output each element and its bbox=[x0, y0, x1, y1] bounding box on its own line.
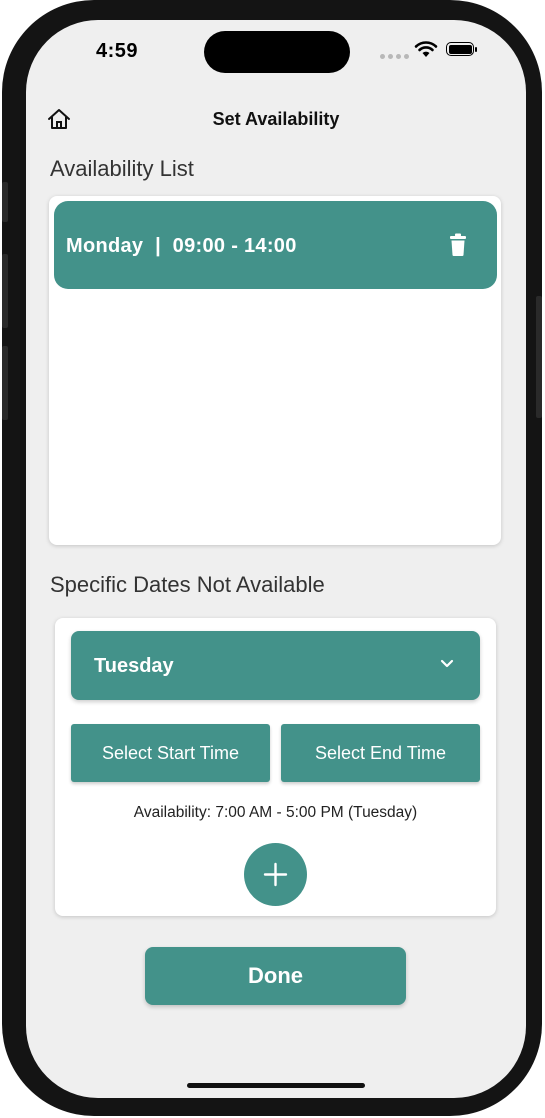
specific-dates-title: Specific Dates Not Available bbox=[50, 572, 325, 597]
specific-dates-card: Tuesday Select Start Time Select End Tim… bbox=[55, 618, 496, 916]
power-button bbox=[536, 296, 542, 418]
dynamic-island bbox=[204, 31, 350, 73]
day-dropdown[interactable]: Tuesday bbox=[71, 631, 480, 700]
availability-item-text: Monday | 09:00 - 14:00 bbox=[66, 235, 297, 257]
select-end-time-button[interactable]: Select End Time bbox=[281, 724, 480, 782]
page-title: Set Availability bbox=[212, 109, 340, 129]
signal-dots-icon bbox=[380, 54, 409, 59]
done-button[interactable]: Done bbox=[145, 947, 406, 1005]
availability-info-text: Availability: 7:00 AM - 5:00 PM (Tuesday… bbox=[133, 804, 418, 821]
status-time: 4:59 bbox=[96, 40, 139, 62]
action-button bbox=[2, 182, 8, 222]
app-screen: 4:59 Set Availability Availability List … bbox=[26, 20, 526, 1098]
battery-icon bbox=[446, 42, 477, 56]
chevron-down-icon bbox=[440, 659, 454, 668]
add-button[interactable] bbox=[244, 843, 307, 906]
phone-frame: 4:59 Set Availability Availability List … bbox=[2, 0, 542, 1116]
availability-list-card: Monday | 09:00 - 14:00 bbox=[49, 196, 501, 545]
wifi-icon bbox=[414, 41, 438, 57]
volume-down-button bbox=[2, 346, 8, 420]
volume-up-button bbox=[2, 254, 8, 328]
plus-icon bbox=[263, 862, 288, 887]
nav-bar: Set Availability bbox=[26, 104, 526, 134]
select-start-time-button[interactable]: Select Start Time bbox=[71, 724, 270, 782]
trash-icon[interactable] bbox=[448, 233, 468, 257]
day-dropdown-value: Tuesday bbox=[94, 655, 174, 677]
home-indicator[interactable] bbox=[187, 1083, 365, 1088]
list-item[interactable]: Monday | 09:00 - 14:00 bbox=[54, 201, 497, 289]
availability-list-title: Availability List bbox=[50, 156, 194, 181]
